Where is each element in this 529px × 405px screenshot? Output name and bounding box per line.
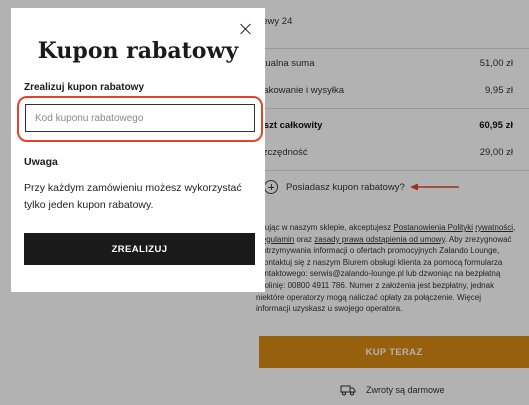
modal-title: Kupon rabatowy xyxy=(37,38,239,64)
coupon-modal: Kupon rabatowy Zrealizuj kupon rabatowy … xyxy=(11,8,265,292)
notice-heading: Uwaga xyxy=(24,156,58,168)
coupon-field-label: Zrealizuj kupon rabatowy xyxy=(24,82,145,93)
notice-text: Przy każdym zamówieniu możesz wykorzysta… xyxy=(24,182,242,211)
coupon-code-input[interactable] xyxy=(25,104,255,132)
close-icon[interactable] xyxy=(239,22,253,36)
redeem-button[interactable]: ZREALIZUJ xyxy=(24,233,255,265)
